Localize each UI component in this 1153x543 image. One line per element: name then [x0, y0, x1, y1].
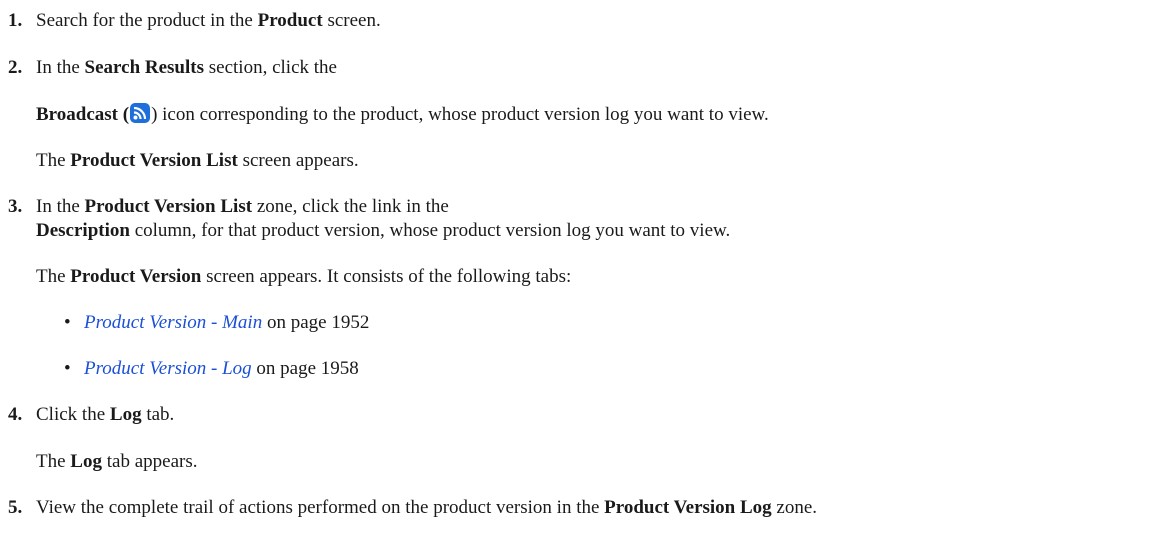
step-number: 5.	[8, 497, 23, 518]
step-number: 2.	[8, 57, 23, 78]
bullet-icon: •	[64, 312, 71, 333]
step-text: In the Product Version List zone, click …	[36, 196, 449, 217]
list-item: Product Version - Main on page 1952	[84, 312, 370, 333]
step-text-continued: Description column, for that product ver…	[36, 220, 731, 241]
step-number: 3.	[8, 196, 23, 217]
step-text: Search for the product in the Product sc…	[36, 10, 381, 31]
xref-link-main[interactable]: Product Version - Main	[84, 312, 262, 333]
step-result: The Product Version List screen appears.	[36, 150, 359, 171]
procedure-document: 1. Search for the product in the Product…	[0, 0, 1153, 543]
step-text: In the Search Results section, click the	[36, 57, 337, 78]
broadcast-rss-icon	[130, 103, 151, 123]
xref-link-log[interactable]: Product Version - Log	[84, 358, 252, 379]
step-text: Click the Log tab.	[36, 404, 175, 425]
step-text: View the complete trail of actions perfo…	[36, 497, 818, 518]
bullet-icon: •	[64, 358, 71, 379]
step-number: 4.	[8, 404, 23, 425]
list-item: Product Version - Log on page 1958	[84, 358, 359, 379]
step-text-continued: Broadcast () icon corresponding to the p…	[36, 103, 769, 125]
step-result: The Log tab appears.	[36, 451, 198, 472]
step-number: 1.	[8, 10, 23, 31]
step-result: The Product Version screen appears. It c…	[36, 266, 572, 287]
